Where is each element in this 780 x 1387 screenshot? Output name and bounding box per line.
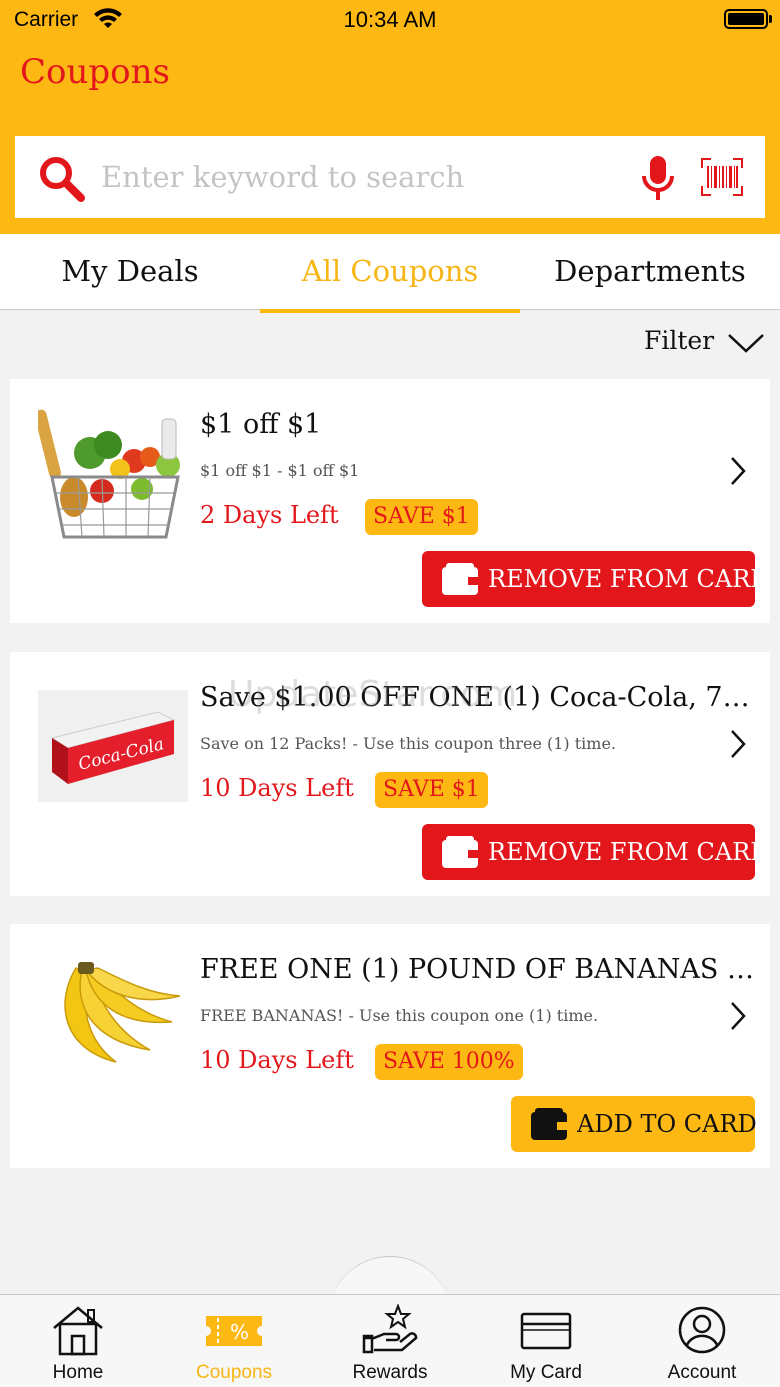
nav-label: Coupons — [195, 1362, 273, 1383]
nav-rewards[interactable]: Rewards — [312, 1300, 468, 1387]
app-header: Carrier 10:34 AM Coupons — [0, 0, 780, 234]
chevron-right-icon[interactable] — [728, 1000, 748, 1032]
active-tab-indicator — [260, 309, 520, 313]
coupon-card[interactable]: FREE ONE (1) POUND OF BANANAS (US... FRE… — [10, 924, 770, 1168]
battery-icon — [724, 9, 768, 29]
days-left: 2 Days Left — [200, 501, 339, 529]
coca-cola-pack-image: Coca-Cola — [38, 690, 188, 802]
card-icon — [520, 1312, 572, 1350]
svg-text:%: % — [230, 1320, 249, 1344]
coupon-card[interactable]: Coca-Cola Save $1.00 OFF ONE (1) Coca-Co… — [10, 652, 770, 896]
coupon-description: FREE BANANAS! - Use this coupon one (1) … — [200, 1006, 599, 1025]
chevron-right-icon[interactable] — [728, 728, 748, 760]
days-left: 10 Days Left — [200, 1046, 354, 1074]
coupon-card[interactable]: $1 off $1 $1 off $1 - $1 off $1 2 Days L… — [10, 379, 770, 623]
wallet-icon — [442, 836, 478, 868]
save-badge: SAVE 100% — [375, 1044, 523, 1080]
button-label: ADD TO CARD — [577, 1110, 757, 1138]
bananas-image — [64, 962, 181, 1063]
button-label: REMOVE FROM CARD — [488, 565, 770, 593]
button-label: REMOVE FROM CARD — [488, 838, 770, 866]
account-icon — [678, 1306, 726, 1354]
tab-departments[interactable]: Departments — [520, 234, 780, 310]
tab-all-coupons[interactable]: All Coupons — [260, 234, 520, 310]
rewards-hand-star-icon — [362, 1304, 418, 1354]
tab-bar: My Deals All Coupons Departments — [0, 234, 780, 310]
nav-label: Home — [52, 1362, 104, 1383]
save-badge: SAVE $1 — [365, 499, 478, 535]
wallet-icon — [531, 1108, 567, 1140]
nav-label: My Card — [510, 1362, 582, 1383]
chevron-down-icon[interactable] — [727, 332, 765, 354]
add-to-card-button[interactable]: ADD TO CARD — [511, 1096, 757, 1152]
home-icon — [53, 1306, 103, 1356]
coupon-title: FREE ONE (1) POUND OF BANANAS (US... — [200, 954, 760, 985]
clock: 10:34 AM — [343, 7, 437, 32]
nav-home[interactable]: Home — [0, 1300, 156, 1387]
nav-coupons[interactable]: % Coupons — [156, 1300, 312, 1387]
coupon-description: $1 off $1 - $1 off $1 — [200, 461, 360, 480]
coupon-ticket-icon: % — [206, 1316, 262, 1346]
nav-account[interactable]: Account — [624, 1300, 780, 1387]
save-badge: SAVE $1 — [375, 772, 488, 808]
filter-button[interactable]: Filter — [644, 326, 714, 360]
search-icon[interactable] — [37, 154, 85, 202]
search-input[interactable] — [101, 152, 621, 202]
coupon-title: $1 off $1 — [200, 409, 322, 440]
nav-label: Rewards — [352, 1362, 428, 1383]
coupon-description: Save on 12 Packs! - Use this coupon thre… — [200, 734, 617, 753]
remove-from-card-button[interactable]: REMOVE FROM CARD — [422, 551, 770, 607]
status-bar: Carrier 10:34 AM — [0, 0, 780, 40]
nav-label: Account — [667, 1362, 737, 1383]
microphone-icon[interactable] — [641, 156, 675, 202]
remove-from-card-button[interactable]: REMOVE FROM CARD — [422, 824, 770, 880]
search-bar[interactable] — [15, 136, 765, 218]
chevron-right-icon[interactable] — [728, 455, 748, 487]
days-left: 10 Days Left — [200, 774, 354, 802]
nav-my-card[interactable]: My Card — [468, 1300, 624, 1387]
grocery-basket-image — [38, 409, 180, 539]
wallet-icon — [442, 563, 478, 595]
coupon-title: Save $1.00 OFF ONE (1) Coca-Cola, 7up, o… — [200, 682, 760, 713]
barcode-scan-icon[interactable] — [701, 158, 743, 196]
tab-my-deals[interactable]: My Deals — [0, 234, 260, 310]
page-title: Coupons — [20, 52, 170, 92]
